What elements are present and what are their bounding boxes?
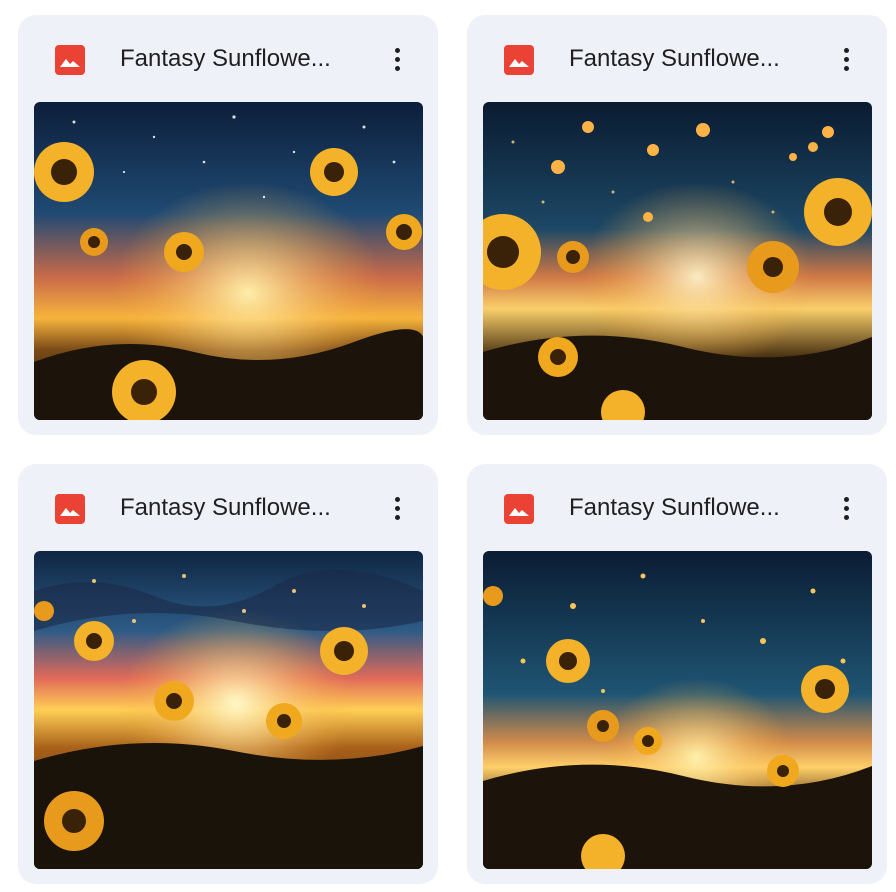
more-options-button[interactable] — [832, 490, 862, 526]
file-card[interactable]: Fantasy Sunflowe... — [18, 464, 438, 884]
image-file-icon — [504, 494, 534, 524]
more-options-button[interactable] — [383, 490, 413, 526]
file-card-header: Fantasy Sunflowe... — [18, 15, 438, 102]
file-grid: Fantasy Sunflowe... Fantasy Sunflowe... … — [0, 0, 896, 892]
file-thumbnail[interactable] — [34, 551, 423, 869]
file-name[interactable]: Fantasy Sunflowe... — [120, 43, 370, 75]
sunflower-field-sunset-image — [34, 551, 423, 869]
file-card[interactable]: Fantasy Sunflowe... — [18, 15, 438, 435]
image-file-icon — [55, 45, 85, 75]
more-vert-icon — [395, 497, 400, 502]
file-thumbnail[interactable] — [34, 102, 423, 420]
file-thumbnail[interactable] — [483, 551, 872, 869]
more-options-button[interactable] — [383, 41, 413, 77]
more-vert-icon — [844, 48, 849, 53]
file-card-header: Fantasy Sunflowe... — [467, 464, 887, 551]
more-options-button[interactable] — [832, 41, 862, 77]
sunflower-field-starry-dusk-image — [483, 551, 872, 869]
file-name[interactable]: Fantasy Sunflowe... — [120, 492, 370, 524]
file-card-header: Fantasy Sunflowe... — [18, 464, 438, 551]
more-vert-icon — [395, 48, 400, 53]
sunflower-field-fireflies-image — [483, 102, 872, 420]
image-file-icon — [504, 45, 534, 75]
more-vert-icon — [844, 497, 849, 502]
sunflower-field-night-sky-image — [34, 102, 423, 420]
file-card-header: Fantasy Sunflowe... — [467, 15, 887, 102]
file-card[interactable]: Fantasy Sunflowe... — [467, 15, 887, 435]
file-name[interactable]: Fantasy Sunflowe... — [569, 492, 819, 524]
file-card[interactable]: Fantasy Sunflowe... — [467, 464, 887, 884]
image-file-icon — [55, 494, 85, 524]
file-thumbnail[interactable] — [483, 102, 872, 420]
file-name[interactable]: Fantasy Sunflowe... — [569, 43, 819, 75]
